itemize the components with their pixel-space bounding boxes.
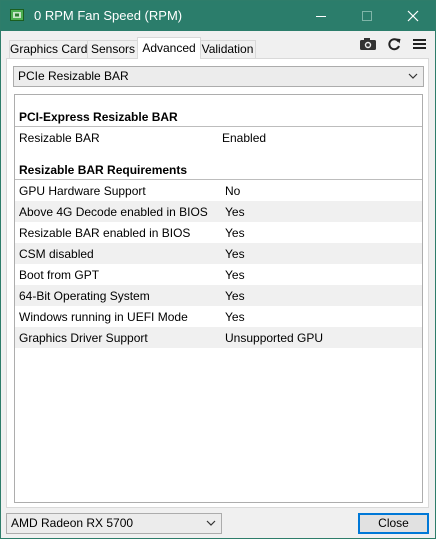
row-label: Resizable BAR [19, 131, 100, 145]
row-value: Yes [225, 226, 245, 240]
table-row: GPU Hardware Support No [15, 180, 422, 201]
maximize-icon [362, 11, 372, 21]
chevron-down-icon [408, 73, 418, 79]
row-label: CSM disabled [19, 247, 94, 261]
row-value: Unsupported GPU [225, 331, 324, 345]
row-label: Above 4G Decode enabled in BIOS [19, 205, 208, 219]
row-label: GPU Hardware Support [19, 184, 146, 198]
table-row: CSM disabled Yes [15, 243, 422, 264]
tab-strip: Graphics Card Sensors Advanced Validatio… [1, 31, 435, 59]
gpu-app-icon [10, 9, 24, 21]
row-value: Yes [225, 310, 245, 324]
row-value: Yes [225, 205, 245, 219]
table-row: Resizable BAR enabled in BIOS Yes [15, 222, 422, 243]
chevron-down-icon [206, 520, 216, 526]
row-label: Boot from GPT [19, 268, 100, 282]
gpu-selector-value: AMD Radeon RX 5700 [11, 516, 134, 530]
refresh-icon[interactable] [385, 36, 403, 52]
close-icon [407, 10, 419, 22]
tab-advanced[interactable]: Advanced [137, 37, 201, 59]
minimize-button[interactable] [298, 1, 344, 31]
section-dropdown[interactable]: PCIe Resizable BAR [13, 66, 424, 87]
row-label: 64-Bit Operating System [19, 289, 150, 303]
row-value: No [225, 184, 241, 198]
row-value: Yes [225, 268, 245, 282]
maximize-button[interactable] [344, 1, 390, 31]
window-title: 0 RPM Fan Speed (RPM) [34, 8, 183, 23]
section-dropdown-value: PCIe Resizable BAR [18, 69, 129, 83]
camera-icon[interactable] [359, 36, 377, 52]
details-panel: PCI-Express Resizable BAR Resizable BAR … [14, 94, 423, 503]
hamburger-menu-icon[interactable] [411, 36, 429, 52]
minimize-icon [316, 16, 326, 17]
window-close-button[interactable] [390, 1, 435, 31]
table-row: Above 4G Decode enabled in BIOS Yes [15, 201, 422, 222]
tab-graphics-card[interactable]: Graphics Card [9, 40, 88, 58]
section-title-pcie: PCI-Express Resizable BAR [19, 110, 178, 124]
row-label: Windows running in UEFI Mode [19, 310, 188, 324]
table-row: Resizable BAR Enabled [15, 127, 422, 148]
tab-sensors[interactable]: Sensors [87, 40, 139, 58]
advanced-tab-page: PCIe Resizable BAR PCI-Express Resizable… [6, 58, 429, 508]
row-label: Resizable BAR enabled in BIOS [19, 226, 191, 240]
title-bar[interactable]: 0 RPM Fan Speed (RPM) [1, 1, 435, 31]
gpu-selector-dropdown[interactable]: AMD Radeon RX 5700 [6, 513, 222, 534]
row-label: Graphics Driver Support [19, 331, 148, 345]
table-row: Boot from GPT Yes [15, 264, 422, 285]
app-window: 0 RPM Fan Speed (RPM) Graphics Card Sens… [0, 0, 436, 539]
section-title-requirements: Resizable BAR Requirements [19, 163, 188, 177]
row-value: Yes [225, 247, 245, 261]
tab-validation[interactable]: Validation [199, 40, 256, 58]
row-value: Enabled [222, 131, 267, 145]
table-row: Windows running in UEFI Mode Yes [15, 306, 422, 327]
row-value: Yes [225, 289, 245, 303]
table-row: 64-Bit Operating System Yes [15, 285, 422, 306]
close-button[interactable]: Close [358, 513, 429, 534]
table-row: Graphics Driver Support Unsupported GPU [15, 327, 422, 348]
